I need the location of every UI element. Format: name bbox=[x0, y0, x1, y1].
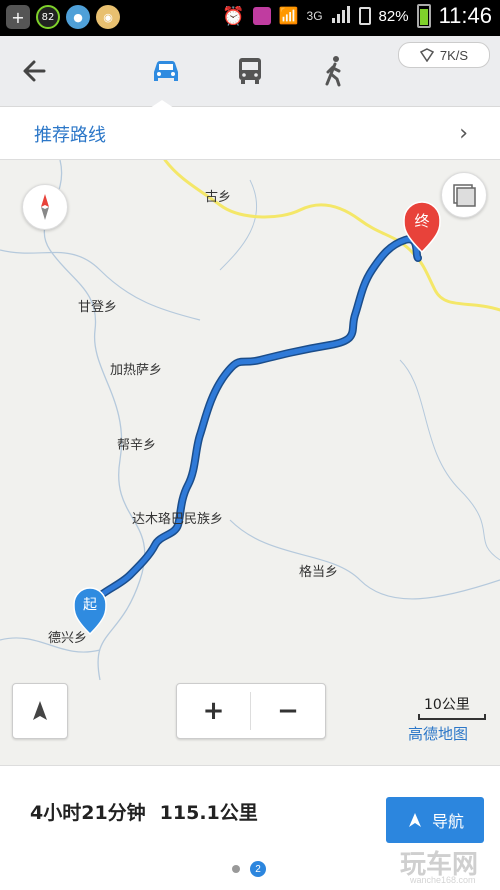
battery-icon bbox=[416, 4, 431, 28]
badge-icon: 82 bbox=[36, 5, 60, 29]
end-marker-label: 终 bbox=[414, 212, 429, 230]
start-marker-label: 起 bbox=[83, 597, 97, 613]
place-label: 帮辛乡 bbox=[117, 438, 157, 453]
route-casing bbox=[91, 235, 422, 604]
river bbox=[399, 359, 500, 561]
arrow-left-icon bbox=[23, 60, 46, 82]
page-dot[interactable] bbox=[232, 865, 240, 873]
navigation-arrow-icon bbox=[408, 813, 421, 827]
navigation-arrow-icon bbox=[33, 701, 47, 720]
place-label: 甘登乡 bbox=[78, 300, 118, 315]
zoom-control: + − bbox=[176, 683, 326, 739]
shield-icon bbox=[419, 48, 434, 62]
recommended-route-label: 推荐路线 bbox=[34, 125, 106, 146]
tab-walk[interactable] bbox=[316, 54, 352, 88]
end-marker[interactable]: 终 bbox=[403, 201, 441, 254]
route-summary: 4小时21分钟 115.1公里 bbox=[30, 798, 258, 825]
sim-icon bbox=[358, 7, 371, 25]
bus-icon bbox=[239, 58, 261, 84]
place-label: 古乡 bbox=[205, 190, 232, 205]
navigate-label: 导航 bbox=[431, 812, 464, 831]
place-label: 德兴乡 bbox=[48, 631, 88, 646]
layers-icon bbox=[453, 184, 476, 207]
wifi-icon: 📶 bbox=[278, 8, 299, 25]
route-summary-panel: 4小时21分钟 115.1公里 导航 2 玩车网 wanche168.com bbox=[0, 765, 500, 890]
status-bar: + 82 ● ◉ ⏰ 📶 3G 82% 11:46 bbox=[0, 0, 500, 36]
layers-button[interactable] bbox=[441, 172, 487, 218]
route-distance: 115.1公里 bbox=[159, 802, 258, 824]
route-line bbox=[92, 236, 421, 603]
zoom-in-button[interactable]: + bbox=[177, 684, 250, 738]
badge-count: 82 bbox=[41, 11, 55, 23]
river bbox=[229, 519, 500, 600]
page-dot-active[interactable]: 2 bbox=[250, 861, 266, 877]
chat-icon: ● bbox=[66, 5, 90, 29]
add-icon: + bbox=[6, 5, 30, 29]
watermark-url: wanche168.com bbox=[410, 875, 476, 885]
network-type: 3G bbox=[306, 9, 323, 23]
back-button[interactable] bbox=[18, 54, 52, 88]
tab-car[interactable] bbox=[148, 54, 184, 88]
map-logo: 高德地图 bbox=[408, 725, 469, 743]
chevron-right-icon: › bbox=[459, 121, 468, 146]
page-number: 2 bbox=[255, 863, 261, 875]
speed-value: 7K/S bbox=[439, 47, 469, 63]
car-icon bbox=[154, 61, 178, 81]
compass-button[interactable] bbox=[22, 184, 68, 230]
scale-label: 10公里 bbox=[424, 697, 470, 713]
signal-icon bbox=[331, 4, 351, 29]
recommended-route-bar[interactable]: 推荐路线 › bbox=[0, 107, 500, 160]
place-label: 达木珞巴民族乡 bbox=[132, 512, 224, 527]
map-canvas: 起 终 bbox=[0, 160, 500, 681]
route-duration: 4小时21分钟 bbox=[30, 802, 146, 824]
app-icon: ◉ bbox=[96, 5, 120, 29]
alarm-icon: ⏰ bbox=[222, 5, 245, 26]
navigate-button[interactable]: 导航 bbox=[386, 797, 484, 843]
map-view[interactable]: 起 终 古乡 甘登乡 加热萨乡 帮辛乡 达木珞巴民族乡 格当乡 德兴乡 + − … bbox=[0, 160, 500, 765]
battery-percent: 82% bbox=[378, 7, 409, 25]
notification-icons: + 82 ● ◉ bbox=[6, 5, 120, 29]
place-label: 加热萨乡 bbox=[110, 363, 163, 378]
scale-bar bbox=[418, 714, 486, 720]
tab-bus[interactable] bbox=[232, 54, 268, 88]
home-icon bbox=[252, 7, 271, 25]
speed-indicator: 7K/S bbox=[398, 42, 490, 68]
compass-icon bbox=[41, 194, 49, 220]
locate-button[interactable] bbox=[12, 683, 68, 739]
walk-icon bbox=[325, 56, 341, 87]
zoom-out-button[interactable]: − bbox=[251, 684, 325, 738]
place-label: 格当乡 bbox=[299, 565, 339, 580]
clock: 11:46 bbox=[438, 3, 492, 28]
transport-mode-bar: 7K/S bbox=[0, 36, 500, 108]
page-indicator: 2 bbox=[232, 861, 266, 877]
